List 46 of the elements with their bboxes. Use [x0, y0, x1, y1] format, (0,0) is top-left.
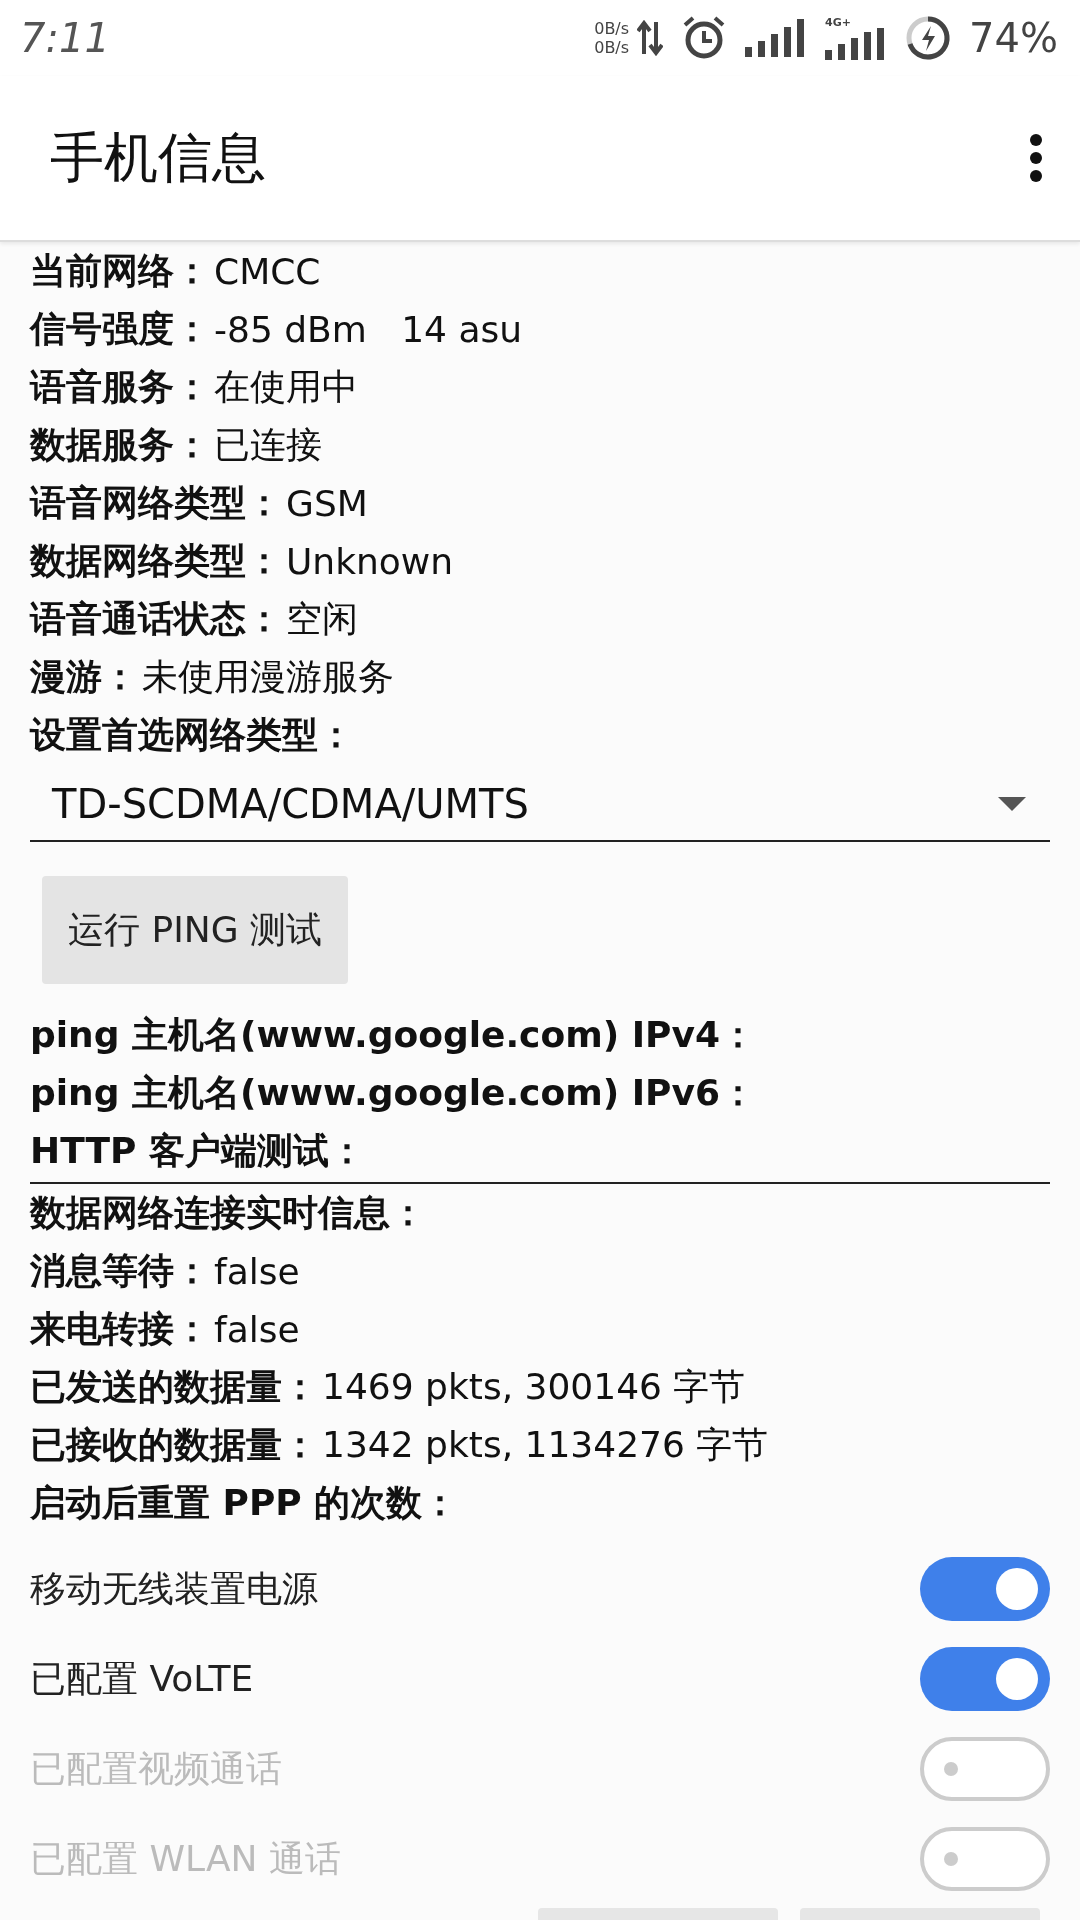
switch-label: 已配置 WLAN 通话 — [30, 1836, 341, 1881]
section-label: ping 主机名(www.google.com) IPv6： — [30, 1070, 756, 1115]
field-value: GSM — [286, 482, 368, 524]
section-label: 数据网络连接实时信息： — [30, 1190, 426, 1235]
field-value: false — [214, 1250, 300, 1292]
field-label: 语音通话状态： — [30, 596, 282, 641]
field-label: 漫游： — [30, 654, 138, 699]
field-value: 空闲 — [286, 596, 358, 641]
field-value: false — [214, 1308, 300, 1350]
network-type: 4G+ — [825, 16, 851, 28]
ping-test-button[interactable]: 运行 PING 测试 — [42, 876, 349, 984]
field-label: 当前网络： — [30, 248, 210, 293]
switch-label: 移动无线装置电源 — [30, 1566, 318, 1611]
field-value: CMCC — [214, 250, 321, 292]
field-label: 消息等待： — [30, 1248, 210, 1293]
section-label: ping 主机名(www.google.com) IPv4： — [30, 1012, 756, 1057]
field-value: 1342 pkts, 1134276 字节 — [322, 1422, 769, 1467]
field-label: 信号强度： — [30, 306, 210, 351]
field-label: 已接收的数据量： — [30, 1422, 318, 1467]
battery-percent: 74% — [969, 15, 1058, 61]
field-label: 数据网络类型： — [30, 538, 282, 583]
dropdown-caret-icon — [998, 797, 1026, 811]
download-speed: 0B/s — [594, 38, 630, 58]
field-value: 在使用中 — [214, 364, 358, 409]
app-title: 手机信息 — [50, 124, 266, 191]
field-label: 来电转接： — [30, 1306, 210, 1351]
field-label: 语音网络类型： — [30, 480, 282, 525]
switch-label: 已配置 VoLTE — [30, 1656, 254, 1701]
network-type-dropdown[interactable]: TD-SCDMA/CDMA/UMTS — [30, 768, 1050, 842]
data-arrows-icon — [637, 18, 664, 58]
field-value: 1469 pkts, 300146 字节 — [322, 1364, 746, 1409]
field-label: 已发送的数据量： — [30, 1364, 318, 1409]
more-options-icon[interactable] — [1028, 133, 1044, 183]
field-label: 语音服务： — [30, 364, 210, 409]
field-value: -85 dBm 14 asu — [214, 308, 523, 350]
section-label: HTTP 客户端测试： — [30, 1128, 365, 1173]
field-value: Unknown — [286, 540, 454, 582]
field-value: 未使用漫游服务 — [142, 654, 394, 699]
status-time: 7:11 — [20, 15, 110, 61]
upload-speed: 0B/s — [594, 18, 630, 38]
battery-charging-icon — [905, 15, 952, 61]
section-label: 启动后重置 PPP 的次数： — [30, 1480, 459, 1525]
section-label: 设置首选网络类型： — [30, 712, 354, 757]
switch-label: 已配置视频通话 — [30, 1746, 282, 1791]
field-value: 已连接 — [214, 422, 322, 467]
field-label: 数据服务： — [30, 422, 210, 467]
